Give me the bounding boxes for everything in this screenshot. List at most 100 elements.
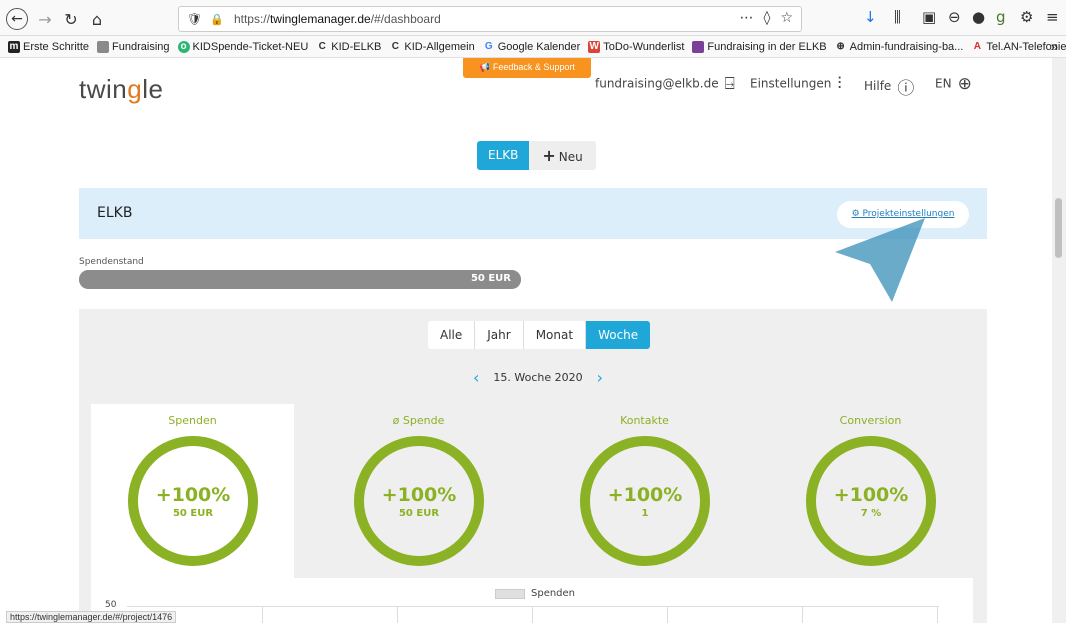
shield-icon: 🛡 bbox=[187, 12, 203, 26]
gridline bbox=[937, 607, 938, 623]
stat-title: Conversion bbox=[839, 414, 902, 427]
new-project-button[interactable]: + Neu bbox=[529, 141, 596, 170]
settings-link[interactable]: Einstellungen ⫶ bbox=[750, 74, 842, 94]
bookmark-star-icon[interactable]: ☆ bbox=[780, 10, 793, 26]
chart-grid bbox=[127, 606, 939, 623]
donations-chart: Spenden 50 bbox=[91, 578, 973, 623]
donation-progress-bar: 50 EUR bbox=[79, 270, 521, 289]
globe-icon: ⊕ bbox=[836, 40, 845, 52]
stat-value: 1 bbox=[641, 507, 649, 519]
extension-g-icon[interactable]: g bbox=[996, 8, 1006, 26]
progress-fill bbox=[79, 270, 521, 289]
google-icon: G bbox=[484, 40, 493, 52]
reload-icon[interactable]: ↻ bbox=[60, 8, 82, 30]
statistics-panel: Alle Jahr Monat Woche ‹ 15. Woche 2020 ›… bbox=[79, 309, 987, 623]
bookmark-item[interactable]: G Google Kalender bbox=[483, 40, 580, 53]
bookmark-item[interactable]: C KID-ELKB bbox=[316, 40, 382, 53]
stat-percent: +100% bbox=[607, 483, 683, 506]
stat-ring: +100% 7 % bbox=[806, 436, 936, 566]
bookmarks-bar: m Erste Schritte Fundraising o KIDSpende-T… bbox=[0, 36, 1066, 58]
tab-month[interactable]: Monat bbox=[523, 321, 587, 349]
bookmark-icon: A bbox=[973, 40, 981, 52]
stat-title: ø Spende bbox=[392, 414, 445, 427]
extension-icon[interactable]: ⚙ bbox=[1020, 8, 1033, 26]
legend-swatch bbox=[495, 588, 525, 599]
bookmarks-more-icon[interactable]: » bbox=[1051, 39, 1058, 54]
stat-title: Kontakte bbox=[620, 414, 669, 427]
project-title: ELKB bbox=[97, 205, 133, 221]
week-label: 15. Woche 2020 bbox=[493, 371, 583, 384]
stat-card-average-donation[interactable]: ø Spende +100% 50 EUR bbox=[317, 404, 520, 578]
stat-title: Spenden bbox=[168, 414, 217, 427]
y-axis-tick: 50 bbox=[105, 600, 117, 610]
extension-dark-icon[interactable]: ● bbox=[972, 8, 985, 26]
bookmark-icon: o bbox=[177, 40, 190, 53]
stat-value: 7 % bbox=[860, 507, 882, 519]
gridline bbox=[532, 607, 533, 623]
home-icon[interactable]: ⌂ bbox=[86, 8, 108, 30]
info-icon: ⓘ bbox=[897, 79, 915, 99]
tab-year[interactable]: Jahr bbox=[475, 321, 524, 349]
gridline bbox=[667, 607, 668, 623]
stat-value: 50 EUR bbox=[172, 507, 214, 519]
chevron-left-icon[interactable]: ‹ bbox=[473, 368, 479, 387]
bookmark-item[interactable]: m Erste Schritte bbox=[8, 40, 89, 53]
bookmark-item[interactable]: ⊕ Admin-fundraising-ba... bbox=[835, 40, 963, 53]
language-switch[interactable]: EN ⊕ bbox=[935, 74, 972, 94]
stat-percent: +100% bbox=[833, 483, 909, 506]
url-bar[interactable]: 🛡 🔒 https://twinglemanager.de/#/dashboar… bbox=[178, 6, 802, 32]
status-url: https://twinglemanager.de/#/project/1476 bbox=[6, 611, 177, 623]
library-icon[interactable]: ⫼ bbox=[894, 8, 901, 26]
forward-icon[interactable]: → bbox=[34, 8, 56, 30]
menu-icon[interactable]: ≡ bbox=[1046, 8, 1059, 26]
bookmark-item[interactable]: W ToDo-Wunderlist bbox=[588, 40, 684, 53]
stat-value: 50 EUR bbox=[398, 507, 440, 519]
folder-icon bbox=[97, 40, 110, 53]
week-navigation: ‹ 15. Woche 2020 › bbox=[459, 368, 617, 387]
help-link[interactable]: Hilfe ⓘ bbox=[864, 74, 914, 99]
browser-toolbar: ← → ↻ ⌂ 🛡 🔒 https://twinglemanager.de/#/… bbox=[0, 0, 1066, 36]
twingle-logo[interactable]: twingle bbox=[79, 74, 163, 105]
stat-ring: +100% 1 bbox=[580, 436, 710, 566]
chevron-right-icon[interactable]: › bbox=[597, 368, 603, 387]
stat-card-contacts[interactable]: Kontakte +100% 1 bbox=[543, 404, 746, 578]
pocket-icon[interactable]: ◊ bbox=[764, 10, 771, 26]
stat-card-donations[interactable]: Spenden +100% 50 EUR bbox=[91, 404, 294, 578]
logout-icon[interactable]: ⍈ bbox=[725, 74, 735, 94]
back-icon[interactable]: ← bbox=[6, 8, 28, 30]
download-icon[interactable]: ↓ bbox=[864, 8, 877, 26]
bookmark-item[interactable]: Fundraising bbox=[97, 40, 170, 53]
lock-icon: 🔒 bbox=[210, 12, 224, 26]
bookmark-icon: C bbox=[391, 40, 400, 52]
stat-ring: +100% 50 EUR bbox=[128, 436, 258, 566]
tab-week[interactable]: Woche bbox=[586, 321, 651, 349]
sliders-icon: ⫶ bbox=[837, 74, 842, 94]
page-scrollbar[interactable] bbox=[1052, 58, 1066, 623]
scroll-thumb[interactable] bbox=[1055, 198, 1062, 258]
account-link[interactable]: fundraising@elkb.de ⍈ bbox=[595, 74, 735, 94]
annotation-arrow-icon bbox=[835, 218, 925, 302]
stat-card-conversion[interactable]: Conversion +100% 7 % bbox=[769, 404, 972, 578]
feedback-button[interactable]: 📢 Feedback & Support bbox=[463, 58, 591, 78]
bookmark-icon: m bbox=[8, 40, 20, 53]
stat-percent: +100% bbox=[381, 483, 457, 506]
bookmark-icon: C bbox=[318, 40, 326, 52]
plus-icon: + bbox=[542, 146, 556, 165]
globe-icon: ⊕ bbox=[957, 74, 972, 94]
tab-all[interactable]: Alle bbox=[428, 321, 476, 349]
chart-legend[interactable]: Spenden bbox=[495, 588, 575, 599]
project-tabs: ELKB + Neu bbox=[477, 141, 596, 170]
bookmark-item[interactable]: C KID-Allgemein bbox=[389, 40, 475, 53]
bookmark-item[interactable]: Fundraising in der ELKB bbox=[692, 40, 827, 53]
account-icon[interactable]: ⊖ bbox=[948, 8, 961, 26]
stat-ring: +100% 50 EUR bbox=[354, 436, 484, 566]
bookmark-item[interactable]: o KIDSpende-Ticket-NEU bbox=[177, 40, 308, 53]
period-tabs: Alle Jahr Monat Woche bbox=[428, 321, 651, 349]
sidebar-icon[interactable]: ▣ bbox=[922, 8, 936, 26]
bookmark-icon: W bbox=[588, 40, 601, 53]
page-actions-icon[interactable]: ⋯ bbox=[740, 10, 754, 26]
progress-value: 50 EUR bbox=[470, 273, 511, 284]
url-text: https://twinglemanager.de/#/dashboard bbox=[233, 12, 441, 26]
tab-project-elkb[interactable]: ELKB bbox=[477, 141, 530, 170]
progress-label: Spendenstand bbox=[79, 257, 144, 267]
